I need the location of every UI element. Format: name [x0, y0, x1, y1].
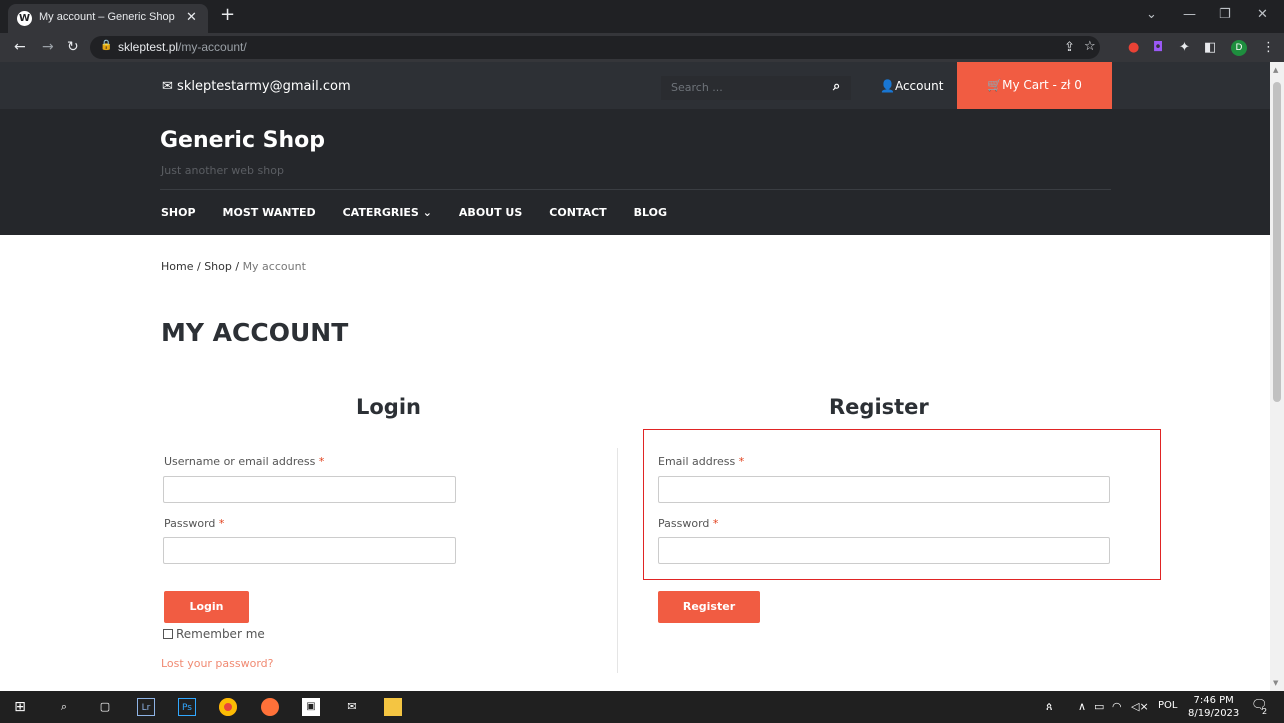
remember-me[interactable]: Remember me	[163, 627, 265, 641]
username-input[interactable]	[163, 476, 456, 503]
register-button[interactable]: Register	[658, 591, 760, 623]
register-email-input[interactable]	[658, 476, 1110, 503]
site-tagline: Just another web shop	[161, 164, 284, 177]
file-explorer-icon[interactable]	[384, 698, 402, 716]
nav-categories[interactable]: CATERGRIES ⌄	[343, 206, 432, 219]
bookmark-star-icon[interactable]: ☆	[1084, 39, 1096, 54]
wifi-icon[interactable]: ◠	[1112, 700, 1122, 713]
wordpress-favicon-icon: W	[17, 11, 32, 26]
windows-start-icon[interactable]: ⊞	[11, 698, 29, 716]
breadcrumb-shop[interactable]: Shop	[204, 260, 232, 273]
tab-search-chevron-icon[interactable]: ⌄	[1146, 7, 1157, 22]
close-window-icon[interactable]: ✕	[1257, 7, 1268, 22]
lock-icon[interactable]: 🔒	[100, 40, 112, 51]
contact-email[interactable]: ✉ skleptestarmy@gmail.com	[162, 79, 351, 94]
language-indicator[interactable]: POL	[1158, 700, 1177, 711]
side-panel-icon[interactable]: ◧	[1204, 40, 1216, 55]
user-icon: 👤	[880, 79, 895, 93]
task-view-icon[interactable]: ▢	[96, 698, 114, 716]
mail-icon: ✉	[162, 79, 173, 94]
extensions-puzzle-icon[interactable]: ✦	[1179, 40, 1190, 55]
nav-contact[interactable]: CONTACT	[549, 206, 606, 219]
lightroom-icon[interactable]: Lr	[137, 698, 155, 716]
register-password-label: Password *	[658, 517, 719, 530]
remember-checkbox[interactable]	[163, 629, 173, 639]
battery-icon[interactable]: ▭	[1094, 700, 1104, 713]
login-heading: Login	[356, 395, 421, 419]
adblock-extension-icon[interactable]: ●	[1128, 40, 1139, 55]
main-nav: SHOP MOST WANTED CATERGRIES ⌄ ABOUT US C…	[161, 206, 694, 219]
register-email-label: Email address *	[658, 455, 745, 468]
scroll-up-icon[interactable]: ▲	[1273, 66, 1278, 74]
lost-password-link[interactable]: Lost your password?	[161, 657, 274, 670]
volume-mute-icon[interactable]: ◁×	[1131, 700, 1149, 713]
login-password-label: Password *	[164, 517, 225, 530]
mail-taskbar-icon[interactable]: ✉	[343, 698, 361, 716]
photoshop-icon[interactable]: Ps	[178, 698, 196, 716]
close-tab-icon[interactable]: ✕	[186, 10, 197, 25]
profile-avatar[interactable]: D	[1231, 40, 1247, 56]
page-title: MY ACCOUNT	[161, 318, 349, 347]
firefox-taskbar-icon[interactable]	[261, 698, 279, 716]
color-extension-icon[interactable]: ◘	[1153, 40, 1163, 55]
chevron-down-icon: ⌄	[422, 206, 432, 219]
site-header: Generic Shop Just another web shop SHOP …	[0, 109, 1270, 235]
restore-icon[interactable]: ❐	[1219, 7, 1231, 22]
chrome-menu-icon[interactable]: ⋮	[1262, 40, 1275, 55]
cart-icon: 🛒	[987, 78, 1003, 92]
login-password-input[interactable]	[163, 537, 456, 564]
site-title[interactable]: Generic Shop	[160, 128, 325, 153]
nav-shop[interactable]: SHOP	[161, 206, 196, 219]
scroll-down-icon[interactable]: ▼	[1273, 679, 1278, 687]
reload-icon[interactable]: ↻	[67, 39, 79, 55]
forward-icon[interactable]: →	[42, 39, 54, 55]
account-link[interactable]: 👤Account	[880, 79, 943, 93]
column-divider	[617, 448, 618, 673]
username-label: Username or email address *	[164, 455, 325, 468]
nav-blog[interactable]: BLOG	[634, 206, 667, 219]
search-placeholder: Search ...	[671, 81, 723, 94]
register-password-input[interactable]	[658, 537, 1110, 564]
search-icon[interactable]: ⌕	[833, 79, 840, 94]
cart-button[interactable]: 🛒My Cart - zł 0	[957, 62, 1112, 109]
page-scrollbar[interactable]: ▲ ▼	[1270, 62, 1284, 691]
people-icon[interactable]: ጰ	[1046, 700, 1053, 714]
minimize-icon[interactable]: —	[1183, 7, 1196, 22]
windows-taskbar: ⊞ ⌕ ▢ Lr Ps ▣ ✉ ጰ ∧ ▭ ◠ ◁× POL 7:46 PM 8…	[0, 691, 1284, 723]
address-bar[interactable]: 🔒 skleptest.pl/my-account/ ⇪ ☆	[90, 36, 1100, 59]
tray-chevron-icon[interactable]: ∧	[1078, 700, 1086, 713]
header-divider	[160, 189, 1111, 190]
notification-count: 2	[1262, 707, 1268, 716]
browser-tab-strip: W My account – Generic Shop ✕ + ⌄ — ❐ ✕	[0, 0, 1284, 33]
clock[interactable]: 7:46 PM 8/19/2023	[1188, 694, 1239, 720]
back-icon[interactable]: ←	[14, 39, 26, 55]
search-taskbar-icon[interactable]: ⌕	[55, 698, 73, 716]
search-input[interactable]: Search ... ⌕	[661, 76, 851, 100]
login-button[interactable]: Login	[164, 591, 249, 623]
browser-tab[interactable]: W My account – Generic Shop ✕	[8, 4, 208, 33]
chrome-taskbar-icon[interactable]	[219, 698, 237, 716]
new-tab-icon[interactable]: +	[220, 4, 235, 25]
browser-toolbar: ← → ↻ 🔒 skleptest.pl/my-account/ ⇪ ☆ ● ◘…	[0, 33, 1284, 62]
site-top-bar: ✉ skleptestarmy@gmail.com Search ... ⌕ 👤…	[0, 62, 1270, 109]
breadcrumb: Home / Shop / My account	[161, 260, 306, 273]
scrollbar-thumb[interactable]	[1273, 82, 1281, 402]
breadcrumb-home[interactable]: Home	[161, 260, 193, 273]
url-text: skleptest.pl/my-account/	[118, 40, 247, 54]
store-taskbar-icon[interactable]: ▣	[302, 698, 320, 716]
nav-about-us[interactable]: ABOUT US	[459, 206, 522, 219]
share-icon[interactable]: ⇪	[1064, 40, 1075, 55]
breadcrumb-current: My account	[242, 260, 306, 273]
tab-title: My account – Generic Shop	[39, 11, 175, 23]
register-heading: Register	[829, 395, 929, 419]
nav-most-wanted[interactable]: MOST WANTED	[223, 206, 316, 219]
